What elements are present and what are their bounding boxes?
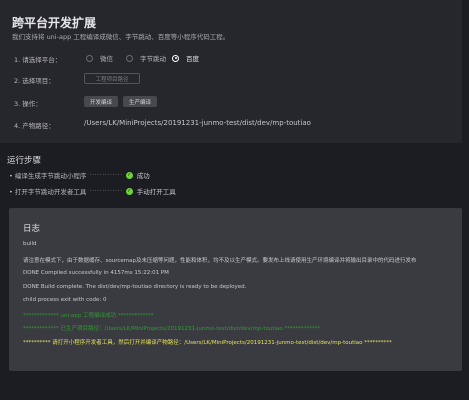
- radio-label: 百度: [186, 55, 199, 63]
- radio-bytedance[interactable]: 字节跳动: [126, 53, 166, 63]
- step-status: 成功: [136, 172, 150, 180]
- log-line: ********** 请打开小程序开发者工具，然后打开并编译产物路径：/User…: [23, 340, 392, 346]
- step-dots: ·············: [89, 187, 123, 195]
- check-circle-icon: ✓: [125, 171, 133, 179]
- config-panel: 跨平台开发扩展 我们支持将 uni-app 工程编译成微信、字节跳动、百度等小程…: [0, 0, 462, 143]
- step-label: • 打开字节跳动开发者工具: [9, 188, 87, 196]
- radio-baidu[interactable]: 百度: [172, 53, 199, 63]
- log-panel[interactable]: 日志 build 请注意在模式下，由于数据缓存、sourcemap及未压缩等问题…: [9, 208, 462, 371]
- log-line: DONE Compiled successfully in 4157ms 15:…: [23, 270, 169, 276]
- dev-compile-button[interactable]: 开发编译: [84, 96, 119, 107]
- log-line: ************* uni-app 工程编译成功 ***********…: [23, 313, 154, 319]
- radio-selected-icon: [172, 54, 179, 62]
- radio-wechat[interactable]: 微信: [86, 53, 113, 63]
- log-line: ************* 已生产项目路径：/Users/LK/MiniProj…: [23, 326, 321, 332]
- log-line: build: [23, 241, 37, 247]
- log-title: 日志: [23, 224, 41, 234]
- step-dots: ·············: [89, 171, 123, 179]
- page-title: 跨平台开发扩展: [12, 16, 97, 30]
- check-circle-icon: ✓: [125, 187, 133, 195]
- radio-label: 微信: [100, 55, 113, 63]
- action-label: 3. 操作：: [14, 100, 42, 108]
- log-line: child process exit with code: 0: [23, 297, 107, 303]
- radio-circle-icon: [126, 54, 133, 62]
- step-label: • 编译生成字节跳动小程序: [9, 172, 87, 180]
- step-status: 手动打开工具: [136, 188, 176, 196]
- steps-title: 运行步骤: [7, 156, 42, 166]
- project-label: 2. 选择项目：: [14, 77, 55, 85]
- output-path: /Users/LK/MiniProjects/20191231-junmo-te…: [84, 119, 311, 127]
- page-description: 我们支持将 uni-app 工程编译成微信、字节跳动、百度等小程序代码工程。: [12, 33, 230, 41]
- radio-label: 字节跳动: [140, 55, 166, 63]
- log-line: DONE Build complete. The dist/dev/mp-tou…: [23, 284, 247, 290]
- prod-compile-button[interactable]: 生产编译: [123, 96, 158, 107]
- platform-label: 1. 请选择平台：: [14, 56, 62, 64]
- select-project-button[interactable]: 工程项目路径: [84, 73, 140, 84]
- output-label: 4. 产物路径：: [14, 122, 55, 130]
- step-item: • 编译生成字节跳动小程序 ············· ✓ 成功: [9, 170, 150, 180]
- step-item: • 打开字节跳动开发者工具 ············· ✓ 手动打开工具: [9, 186, 176, 196]
- radio-circle-icon: [86, 54, 93, 62]
- log-line: 请注意在模式下，由于数据缓存、sourcemap及未压缩等问题，性能和体积，均不…: [23, 258, 417, 264]
